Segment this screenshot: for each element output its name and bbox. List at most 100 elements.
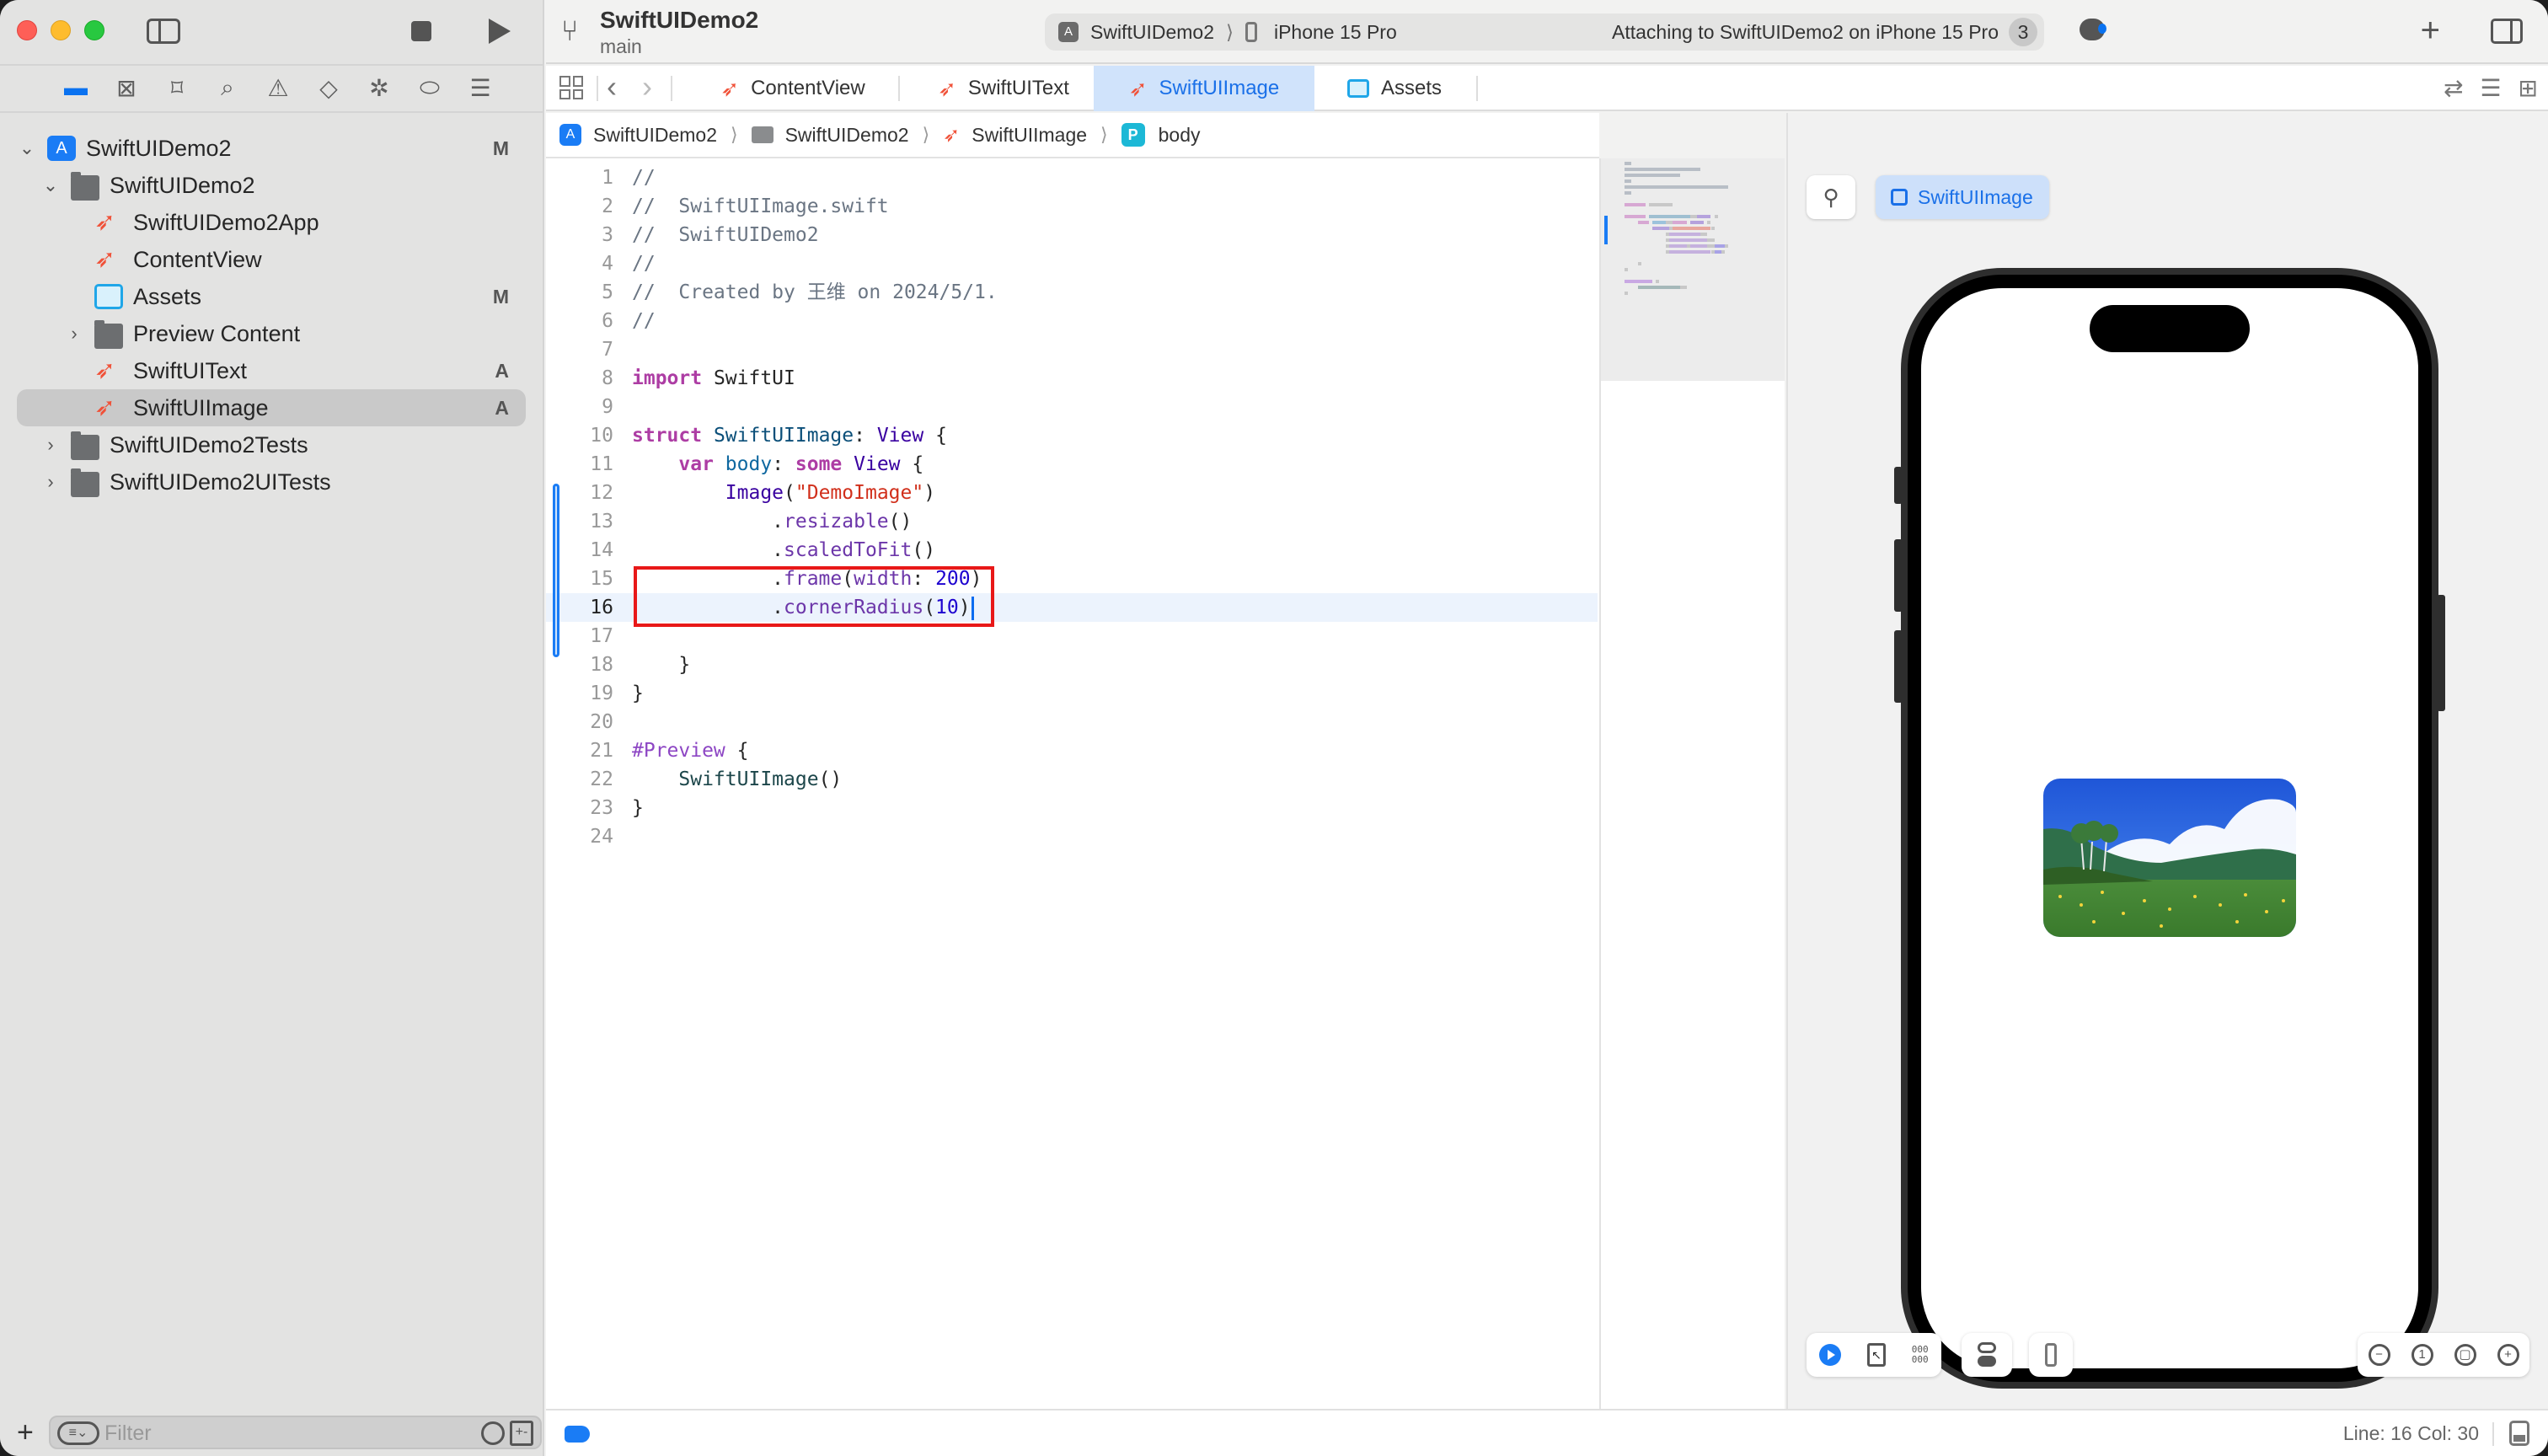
source-editor[interactable]: 24 23} 22 SwiftUIImage() 21 #Preview {20 19} 1… [546,158,1599,1409]
code-line[interactable]: 14 .scaledToFit() [546,536,1599,565]
code-line[interactable]: 1 // [546,163,1599,192]
library-add-button[interactable]: + [2421,12,2440,50]
run-button[interactable] [489,19,511,44]
xcode-cloud-icon[interactable] [2080,19,2106,40]
tree-item[interactable]: › SwiftUIDemo2Tests [0,426,543,463]
tree-item[interactable]: › Preview Content [0,315,543,352]
chevron-right-icon[interactable]: › [42,471,59,493]
debug-navigator-icon[interactable]: ✲ [354,72,404,103]
code-line[interactable]: 10 struct SwiftUIImage: View { [546,421,1599,450]
zoom-in-icon[interactable]: + [2497,1344,2519,1366]
filter-options-icon[interactable]: ≡⌄ [57,1421,99,1445]
minimap[interactable] [1599,158,1785,1409]
device-icon[interactable] [2045,1343,2057,1367]
test-navigator-icon[interactable]: ◇ [303,72,354,103]
destination-selector[interactable]: iPhone 15 Pro [1274,21,1397,44]
chevron-down-icon[interactable]: ⌄ [19,137,35,159]
tab-swiftuiimage[interactable]: ➶ SwiftUIImage [1094,66,1314,111]
back-chevron-icon[interactable]: ‹ [607,69,617,104]
close-button[interactable] [17,20,37,40]
code-line[interactable]: 13 .resizable() [546,507,1599,536]
source-control-navigator-icon[interactable]: ⊠ [101,72,152,103]
tree-item[interactable]: › SwiftUIDemo2UITests [0,463,543,500]
issue-navigator-icon[interactable]: ⚠ [253,72,303,103]
code-line[interactable]: 5 // Created by 王维 on 2024/5/1. [546,278,1599,307]
pin-icon[interactable]: ⚲ [1807,175,1855,219]
tree-item[interactable]: Assets M [0,278,543,315]
scheme-selector[interactable]: SwiftUIDemo2 [1090,21,1214,44]
breakpoint-navigator-icon[interactable]: ⬭ [404,72,455,103]
stop-button[interactable] [411,21,431,41]
project-navigator-icon[interactable]: ▬ [51,72,101,103]
change-indicator[interactable] [553,484,559,657]
branch-name[interactable]: main [600,35,642,58]
line-number: 20 [590,711,613,733]
code-line[interactable]: 3 // SwiftUIDemo2 [546,221,1599,249]
activity-count-badge[interactable]: 3 [2009,18,2037,46]
report-navigator-icon[interactable]: ☰ [455,72,506,103]
selectable-mode-icon[interactable]: ↖ [1867,1343,1887,1367]
source-control-filter-icon[interactable]: +- [510,1421,533,1446]
tab-contentview[interactable]: ➶ ContentView [688,66,898,111]
breadcrumb-item[interactable]: ➶ SwiftUIImage [943,123,1087,147]
code-line[interactable]: 22 SwiftUIImage() [546,765,1599,794]
line-number: 9 [602,396,613,418]
preview-selector-chip[interactable]: SwiftUIImage [1876,175,2049,219]
code-line[interactable]: 23} [546,794,1599,822]
minimize-button[interactable] [51,20,71,40]
zoom-actual-size-icon[interactable]: 1 [2411,1344,2433,1366]
bookmark-navigator-icon[interactable]: ⌑ [152,72,202,103]
add-editor-icon[interactable]: ⊞ [2519,74,2538,102]
code-line[interactable]: 7 [546,335,1599,364]
recent-files-icon[interactable] [481,1421,505,1445]
code-line[interactable]: 21 #Preview { [546,736,1599,765]
live-mode-icon[interactable] [1819,1344,1842,1366]
tree-item[interactable]: ⌄ A SwiftUIDemo2 M [0,130,543,167]
code-line[interactable]: 6 // [546,307,1599,335]
code-line[interactable]: 2 // SwiftUIImage.swift [546,192,1599,221]
device-settings-icon[interactable] [1978,1342,1996,1368]
code-line[interactable]: 11 var body: some View { [546,450,1599,479]
tree-item[interactable]: ➶ SwiftUIImage A [17,389,526,426]
filter-input[interactable] [104,1419,458,1448]
code-line[interactable]: 8 import SwiftUI [546,364,1599,393]
breadcrumb-item[interactable]: A SwiftUIDemo2 [559,124,717,147]
code-line[interactable]: 12 Image("DemoImage") [546,479,1599,507]
tree-item[interactable]: ⌄ SwiftUIDemo2 [0,167,543,204]
code-line[interactable]: 9 [546,393,1599,421]
tree-item[interactable]: ➶ SwiftUIText A [0,352,543,389]
sidebar-toggle-icon[interactable] [147,19,180,44]
debug-area-toggle[interactable] [565,1426,590,1443]
code-line[interactable]: 19} [546,679,1599,708]
variants-icon[interactable]: 000 000 [1912,1345,1929,1365]
add-file-button[interactable]: + [17,1416,34,1449]
breadcrumb-item[interactable]: Pbody [1121,123,1201,147]
related-items-icon[interactable] [559,76,583,99]
code-line[interactable]: 20 [546,708,1599,736]
code-line[interactable]: 18 } [546,650,1599,679]
breadcrumb-item[interactable]: SwiftUIDemo2 [751,124,909,147]
zoom-to-fit-icon[interactable]: ▢ [2454,1344,2476,1366]
chevron-down-icon[interactable]: ⌄ [42,174,59,196]
minimap-viewport[interactable] [1601,158,1785,381]
canvas-preview: ⚲ SwiftUIImage ↖ 000 000 − 1 ▢ + [1786,113,2548,1409]
forward-chevron-icon[interactable]: › [642,69,652,104]
tab-assets[interactable]: Assets [1314,66,1475,111]
zoom-out-icon[interactable]: − [2368,1344,2390,1366]
device-screen[interactable] [1921,288,2418,1368]
code-review-icon[interactable]: ⇄ [2444,74,2463,102]
chevron-right-icon[interactable]: › [66,323,83,345]
demo-image[interactable] [2043,779,2296,937]
code-line[interactable]: 24 [546,822,1599,851]
chevron-right-icon[interactable]: › [42,434,59,456]
code-text: // Created by 王维 on 2024/5/1. [632,281,998,303]
code-line[interactable]: 4 // [546,249,1599,278]
panel-toggle-icon[interactable] [2509,1421,2529,1446]
editor-options-icon[interactable]: ☰ [2480,74,2501,102]
find-navigator-icon[interactable]: ⌕ [202,72,253,103]
tree-item[interactable]: ➶ ContentView [0,241,543,278]
inspector-toggle-icon[interactable] [2491,19,2523,44]
zoom-button[interactable] [84,20,104,40]
tree-item[interactable]: ➶ SwiftUIDemo2App [0,204,543,241]
tab-swiftuitext[interactable]: ➶ SwiftUIText [898,66,1109,111]
